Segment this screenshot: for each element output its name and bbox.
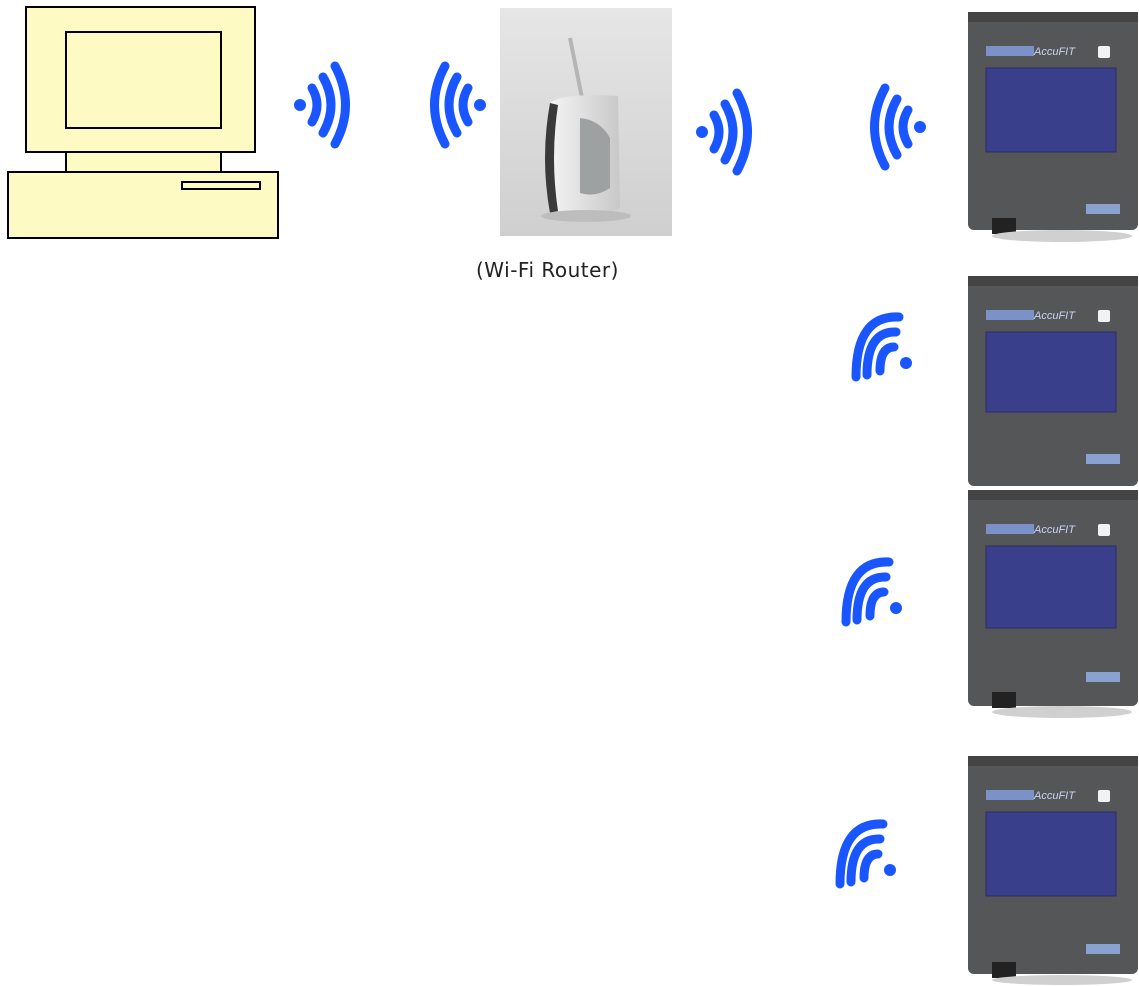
router-caption: (Wi-Fi Router) xyxy=(476,258,619,282)
device-brand-label: AccuFIT xyxy=(1033,790,1076,802)
device-brand-label: AccuFIT xyxy=(1033,524,1076,536)
wireless-logger-device: AccuFIT xyxy=(962,272,1138,486)
wireless-logger-device: AccuFIT xyxy=(962,8,1138,244)
wireless-logger-device: AccuFIT xyxy=(962,752,1138,986)
wireless-signal-icon xyxy=(430,61,486,149)
device-brand-label: AccuFIT xyxy=(1033,310,1076,322)
wireless-signal-icon xyxy=(835,819,896,889)
device-brand-label: AccuFIT xyxy=(1033,46,1076,58)
wireless-signal-icon xyxy=(696,88,752,176)
wifi-router-image xyxy=(500,8,672,236)
wireless-logger-device: AccuFIT xyxy=(962,486,1138,718)
wireless-signal-icon xyxy=(851,312,912,382)
computer-icon xyxy=(7,6,279,239)
wireless-signal-icon xyxy=(841,557,902,627)
wireless-signal-icon xyxy=(294,61,350,149)
wireless-signal-icon xyxy=(870,83,926,171)
